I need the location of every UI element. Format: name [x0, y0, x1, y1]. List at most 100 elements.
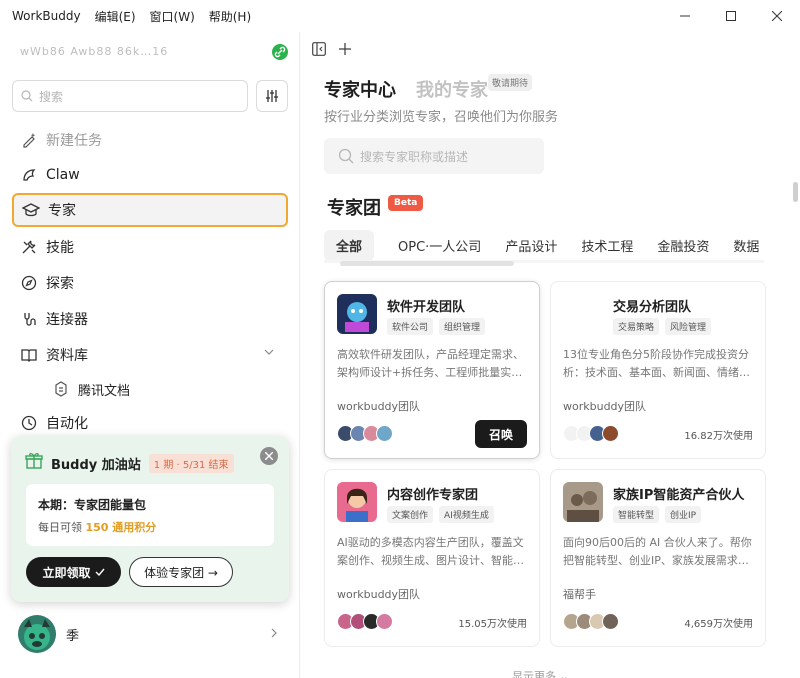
- tab-my-experts[interactable]: 我的专家: [416, 76, 488, 102]
- card-author: workbuddy团队: [337, 588, 421, 601]
- team-thumbnail: [337, 294, 377, 334]
- card-description: 面向90后00后的 AI 合伙人来了。帮你把智能转型、创业IP、家族发展需求…: [563, 536, 752, 567]
- sidebar-item-automation[interactable]: 自动化: [12, 406, 288, 440]
- trial-label: 体验专家团 →: [144, 565, 218, 580]
- buddy-offer-box: 本期：专家团能量包 每日可领 150 通用积分: [26, 484, 274, 546]
- card-tag: 交易策略: [613, 318, 660, 335]
- sidebar-item-library[interactable]: 资料库: [12, 338, 288, 372]
- card-title: 家族IP智能资产合伙人: [613, 488, 745, 503]
- card-tag: AI视频生成: [439, 506, 494, 523]
- sidebar-item-label: 专家: [48, 203, 76, 219]
- expert-team-card[interactable]: 家族IP智能资产合伙人 智能转型 创业IP 面向90后00后的 AI 合伙人来了…: [550, 469, 766, 647]
- sidebar-item-label: 腾讯文档: [78, 383, 131, 399]
- sidebar-item-label: 新建任务: [46, 133, 102, 149]
- gift-icon: [25, 452, 43, 474]
- expert-search-placeholder: 搜索专家职称或描述: [360, 149, 469, 164]
- team-thumbnail: [337, 482, 377, 522]
- plus-icon[interactable]: [338, 42, 352, 56]
- card-tags: 智能转型 创业IP: [613, 506, 702, 523]
- user-name: 季: [66, 628, 80, 644]
- menu-help[interactable]: 帮助(H): [209, 8, 251, 25]
- compass-icon: [20, 274, 38, 292]
- close-icon: [772, 11, 782, 21]
- beta-badge: Beta: [388, 195, 424, 211]
- offer-title: 本期：专家团能量包: [38, 498, 147, 512]
- member-avatar: [376, 613, 393, 630]
- main-scrollbar[interactable]: [793, 182, 798, 202]
- expert-team-card[interactable]: 内容创作专家团 文案创作 AI视频生成 AI驱动的多模态内容生产团队，覆盖文案创…: [324, 469, 540, 647]
- offer-daily-amount: 150 通用积分: [85, 521, 157, 534]
- tab-product-design[interactable]: 产品设计: [505, 236, 557, 255]
- category-scrollbar[interactable]: [340, 261, 514, 266]
- sidebar-item-connectors[interactable]: 连接器: [12, 302, 288, 336]
- try-expert-team-button[interactable]: 体验专家团 →: [129, 557, 233, 587]
- expert-team-card[interactable]: 软件开发团队 软件公司 组织管理 高效软件研发团队，产品经理定需求、架构师设计+…: [324, 281, 540, 459]
- close-window-button[interactable]: [754, 0, 800, 32]
- member-avatars: [563, 613, 619, 630]
- search-icon: [21, 90, 33, 102]
- buddy-close-button[interactable]: [260, 447, 278, 465]
- link-status-icon[interactable]: [272, 44, 288, 60]
- title-bar: WorkBuddy 编辑(E) 窗口(W) 帮助(H): [0, 0, 800, 32]
- tab-data[interactable]: 数据: [733, 236, 759, 255]
- coming-soon-badge: 敬请期待: [488, 74, 533, 91]
- filter-button[interactable]: [256, 80, 288, 112]
- sidebar-item-label: 探索: [46, 276, 74, 292]
- summon-button[interactable]: 召唤: [475, 420, 527, 448]
- claim-now-button[interactable]: 立即领取: [26, 557, 121, 587]
- sidebar-item-label: 连接器: [46, 312, 88, 328]
- sidebar-search-input[interactable]: 搜索: [12, 80, 248, 112]
- expert-team-card[interactable]: 交易分析团队 交易策略 风险管理 13位专业角色分5阶段协作完成投资分析：技术面…: [550, 281, 766, 459]
- sidebar-item-expert[interactable]: 专家: [12, 193, 288, 227]
- member-avatar: [602, 425, 619, 442]
- buddy-promo-card: Buddy 加油站 1 期 · 5/31 结束 本期：专家团能量包 每日可领 1…: [11, 436, 289, 602]
- tab-engineering[interactable]: 技术工程: [581, 236, 633, 255]
- pen-sparkle-icon: [20, 131, 38, 149]
- sidebar-item-claw[interactable]: Claw: [12, 158, 288, 192]
- card-tag: 文案创作: [387, 506, 434, 523]
- card-tags: 交易策略 风险管理: [613, 318, 712, 335]
- tab-opc[interactable]: OPC·一人公司: [398, 236, 481, 255]
- card-description: AI驱动的多模态内容生产团队，覆盖文案创作、视频生成、图片设计、智能…: [337, 536, 524, 567]
- menu-edit[interactable]: 编辑(E): [95, 8, 136, 25]
- user-profile-row[interactable]: 季: [18, 614, 284, 654]
- card-tags: 文案创作 AI视频生成: [387, 506, 494, 523]
- chevron-down-icon[interactable]: [264, 348, 274, 356]
- card-tags: 软件公司 组织管理: [387, 318, 486, 335]
- main-toolbar: [312, 42, 352, 56]
- card-author: 福帮手: [563, 588, 596, 601]
- sidebar-item-new-task[interactable]: 新建任务: [12, 123, 288, 157]
- page-subtitle: 按行业分类浏览专家，召唤他们为你服务: [324, 110, 559, 125]
- account-row[interactable]: wWb86 Awb88 86k…16: [20, 44, 290, 60]
- card-tag: 组织管理: [439, 318, 486, 335]
- menu-window[interactable]: 窗口(W): [150, 8, 195, 25]
- expert-search-input[interactable]: 搜索专家职称或描述: [324, 138, 544, 174]
- sidebar-item-label: Claw: [46, 167, 80, 183]
- tools-icon: [20, 238, 38, 256]
- tab-finance[interactable]: 金融投资: [657, 236, 709, 255]
- section-title: 专家团: [327, 198, 381, 219]
- clock-icon: [20, 414, 38, 432]
- minimize-button[interactable]: [662, 0, 708, 32]
- show-more-link[interactable]: 显示更多 ⌄: [512, 668, 569, 678]
- sidebar-search-placeholder: 搜索: [39, 89, 64, 104]
- sidebar-item-label: 自动化: [46, 416, 88, 432]
- sidebar-item-label: 技能: [46, 240, 74, 256]
- maximize-button[interactable]: [708, 0, 754, 32]
- sidebar-toggle-icon[interactable]: [312, 42, 326, 56]
- period-badge: 1 期 · 5/31 结束: [148, 453, 234, 473]
- search-icon: [338, 148, 354, 164]
- member-avatar: [602, 613, 619, 630]
- tab-all[interactable]: 全部: [324, 230, 375, 261]
- sidebar-item-tencent-docs[interactable]: 腾讯文档: [44, 372, 244, 406]
- sidebar-item-skills[interactable]: 技能: [12, 230, 288, 264]
- check-icon: [95, 568, 105, 576]
- sidebar-item-explore[interactable]: 探索: [12, 266, 288, 300]
- card-author: workbuddy团队: [563, 400, 647, 413]
- tab-expert-center[interactable]: 专家中心: [324, 76, 396, 102]
- claim-label: 立即领取: [42, 565, 91, 580]
- team-thumbnail: [563, 482, 603, 522]
- card-title: 交易分析团队: [613, 300, 692, 315]
- close-icon: [265, 452, 273, 460]
- card-author: workbuddy团队: [337, 400, 421, 413]
